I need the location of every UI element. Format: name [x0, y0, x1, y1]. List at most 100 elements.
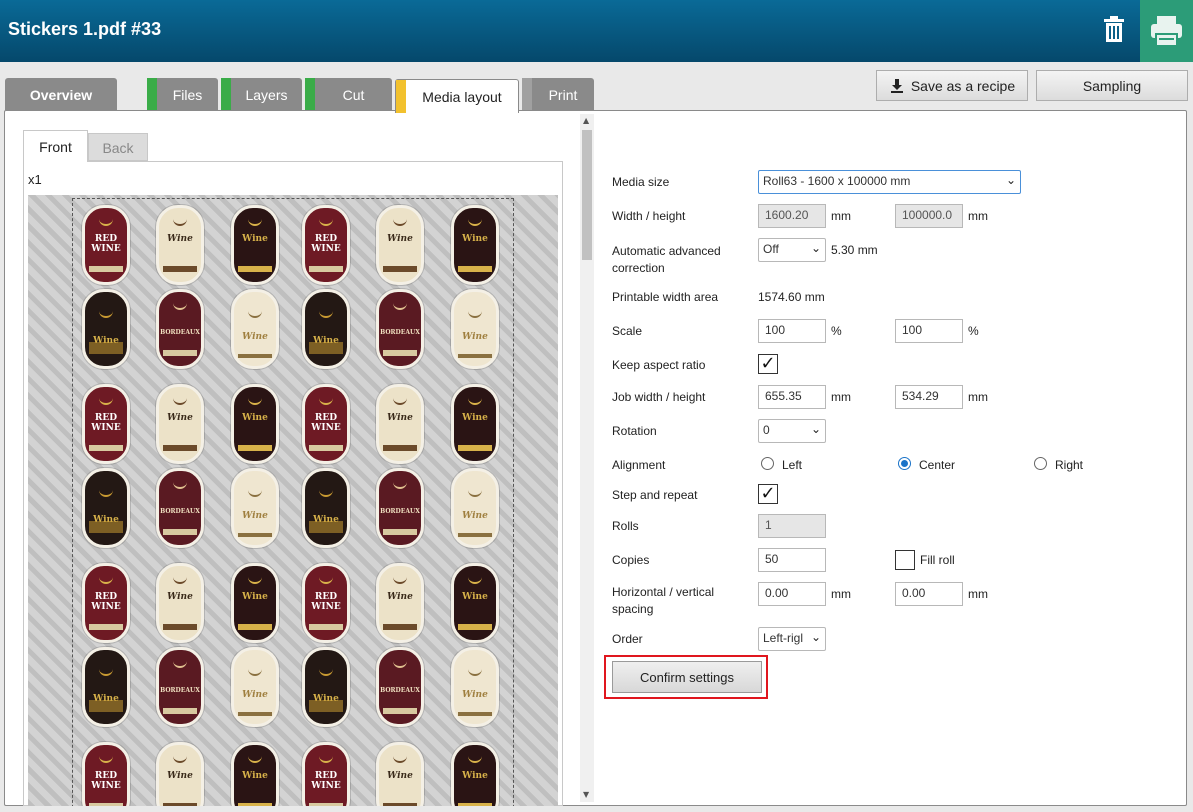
horizontal-spacing-field[interactable]: 0.00 [758, 582, 826, 606]
scroll-up-icon[interactable]: ▲ [583, 116, 589, 125]
fill-roll-checkbox[interactable] [895, 550, 915, 570]
tab-front[interactable]: Front [23, 130, 88, 162]
label-band [238, 533, 272, 537]
media-width-field[interactable]: 1600.20 [758, 204, 826, 228]
label-band [238, 803, 272, 806]
scale-x-field[interactable]: 100 [758, 319, 826, 343]
order-value: Left-rigl [763, 631, 804, 645]
label-band [163, 803, 197, 806]
print-button[interactable] [1140, 0, 1193, 62]
sticker-text: RED WINE [311, 413, 341, 433]
job-height-field[interactable]: 534.29 [895, 385, 963, 409]
media-height-field[interactable]: 100000.0 [895, 204, 963, 228]
align-center-label: Center [919, 458, 956, 472]
sticker-label: RED WINE [302, 205, 350, 285]
auto-correction-select[interactable]: Off ⌄ [758, 238, 826, 262]
sticker-text: BORDEAUX [380, 687, 420, 694]
sticker-label: Wine [82, 289, 130, 369]
tab-cut[interactable]: Cut [305, 78, 392, 110]
sampling-button[interactable]: Sampling [1036, 70, 1188, 101]
label-band [383, 350, 417, 356]
job-width-field[interactable]: 655.35 [758, 385, 826, 409]
sticker-label: BORDEAUX [156, 647, 204, 727]
auto-correction-label: Automatic advanced correction [612, 244, 721, 275]
status-indicator [305, 78, 315, 110]
sticker-text: Wine [242, 234, 268, 244]
align-center-radio[interactable] [898, 457, 911, 470]
sticker-text: Wine [167, 592, 193, 602]
label-ornament [468, 214, 482, 226]
label-ornament [319, 298, 333, 318]
scale-label: Scale [612, 324, 643, 338]
sticker-label: BORDEAUX [376, 468, 424, 548]
sticker-text: Wine [242, 413, 268, 423]
copy-multiplier: x1 [28, 172, 42, 187]
tab-print[interactable]: Print [522, 78, 594, 110]
sampling-label: Sampling [1082, 77, 1142, 94]
sticker-label: Wine [451, 563, 499, 643]
label-band [163, 266, 197, 272]
auto-correction-amount: 5.30 mm [831, 243, 878, 257]
unit-label: mm [831, 209, 851, 223]
step-repeat-checkbox[interactable]: ✓ [758, 484, 778, 504]
scale-y-field[interactable]: 100 [895, 319, 963, 343]
tab-back[interactable]: Back [88, 133, 148, 161]
sticker-label: Wine [156, 384, 204, 464]
sticker-label: RED WINE [82, 205, 130, 285]
tab-overview[interactable]: Overview [5, 78, 117, 110]
label-band [163, 624, 197, 630]
label-band [309, 521, 343, 533]
label-band [309, 445, 343, 451]
delete-button[interactable] [1095, 12, 1133, 48]
label-band [89, 803, 123, 806]
sticker-text: BORDEAUX [160, 329, 200, 336]
sticker-label: Wine [451, 742, 499, 806]
label-ornament [173, 393, 187, 405]
sticker-text: Wine [242, 511, 268, 521]
sticker-text: Wine [462, 592, 488, 602]
label-ornament [393, 656, 407, 668]
sticker-text: Wine [387, 771, 413, 781]
label-ornament [173, 477, 187, 489]
media-size-select[interactable]: Roll63 - 1600 x 100000 mm ⌄ [758, 170, 1021, 194]
width-height-label: Width / height [612, 209, 686, 223]
label-band [458, 266, 492, 272]
label-ornament [248, 751, 262, 763]
keep-aspect-checkbox[interactable]: ✓ [758, 354, 778, 374]
unit-label: mm [968, 587, 988, 601]
align-left-radio[interactable] [761, 457, 774, 470]
rotation-value: 0 [763, 423, 770, 437]
sticker-text: RED WINE [91, 413, 121, 433]
label-ornament [99, 656, 113, 676]
order-select[interactable]: Left-rigl ⌄ [758, 627, 826, 651]
copies-field[interactable]: 50 [758, 548, 826, 572]
tab-layers[interactable]: Layers [221, 78, 302, 110]
sticker-text: RED WINE [311, 592, 341, 612]
label-band [309, 803, 343, 806]
sticker-text: RED WINE [311, 771, 341, 791]
vertical-spacing-field[interactable]: 0.00 [895, 582, 963, 606]
tab-files[interactable]: Files [147, 78, 218, 110]
label-band [163, 445, 197, 451]
label-ornament [248, 572, 262, 584]
label-band [458, 712, 492, 716]
sticker-label: Wine [156, 205, 204, 285]
label-ornament [393, 477, 407, 489]
confirm-settings-button[interactable]: Confirm settings [612, 661, 762, 693]
rotation-label: Rotation [612, 424, 657, 438]
sticker-text: Wine [387, 592, 413, 602]
sticker-label: RED WINE [302, 742, 350, 806]
sticker-label: BORDEAUX [156, 289, 204, 369]
rolls-field[interactable]: 1 [758, 514, 826, 538]
media-boundary [72, 198, 514, 806]
scroll-down-icon[interactable]: ▼ [583, 790, 589, 799]
chevron-down-icon: ⌄ [810, 630, 821, 644]
label-band [163, 529, 197, 535]
save-recipe-button[interactable]: Save as a recipe [876, 70, 1028, 101]
rotation-select[interactable]: 0 ⌄ [758, 419, 826, 443]
label-ornament [319, 214, 333, 226]
align-right-radio[interactable] [1034, 457, 1047, 470]
scrollbar-thumb[interactable] [582, 130, 592, 260]
label-band [238, 266, 272, 272]
tab-media-layout[interactable]: Media layout [395, 79, 519, 113]
